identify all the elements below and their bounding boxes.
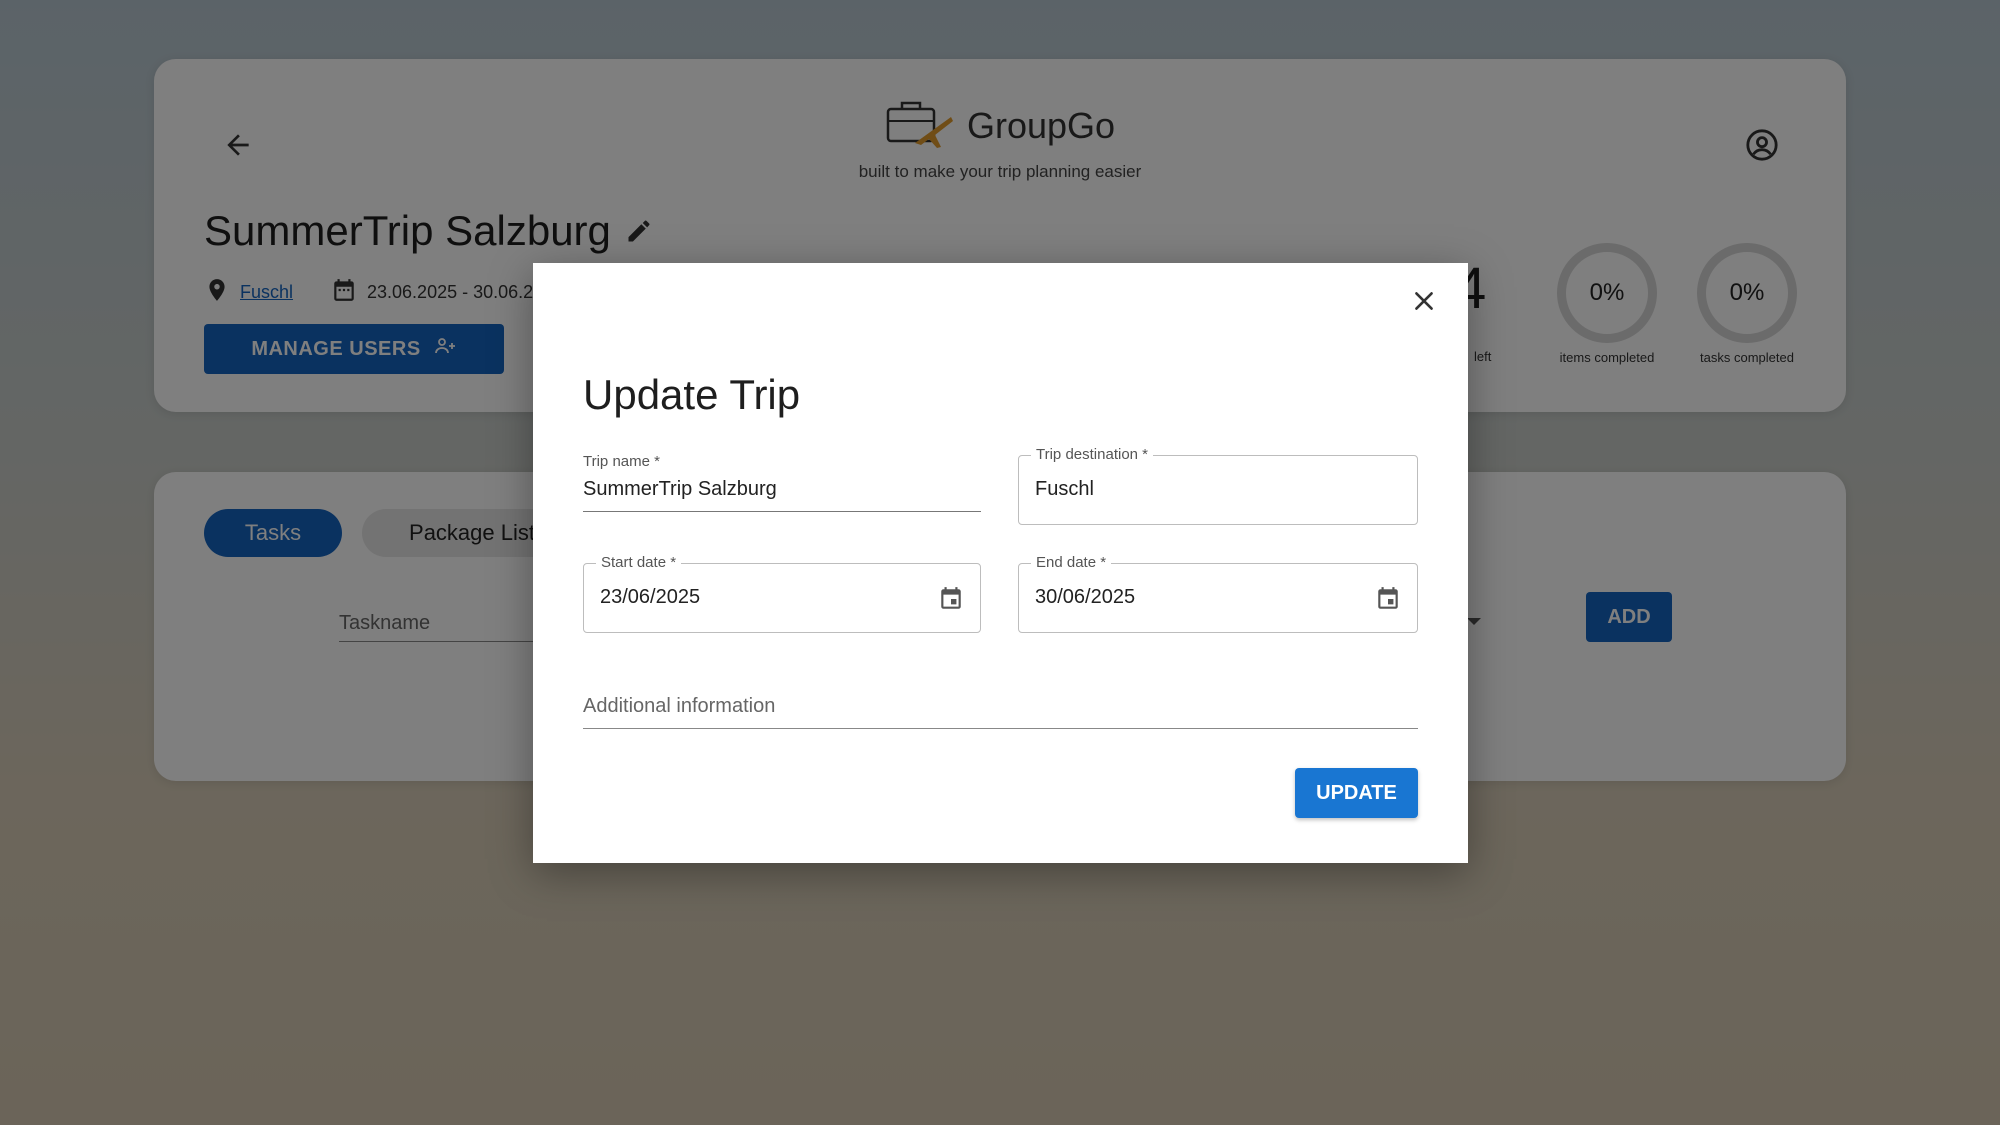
end-date-field[interactable]: End date * 30/06/2025 [1018, 554, 1418, 633]
trip-destination-field[interactable]: Trip destination * Fuschl [1018, 446, 1418, 525]
end-date-input[interactable]: 30/06/2025 [1035, 586, 1135, 609]
trip-destination-input[interactable]: Fuschl [1035, 478, 1094, 501]
start-date-field[interactable]: Start date * 23/06/2025 [583, 554, 981, 633]
trip-name-field[interactable]: Trip name * SummerTrip Salzburg [583, 453, 981, 512]
end-date-label: End date * [1031, 554, 1112, 571]
close-icon[interactable] [1404, 281, 1444, 321]
end-date-calendar-icon[interactable] [1373, 584, 1403, 614]
start-date-calendar-icon[interactable] [936, 584, 966, 614]
trip-name-input[interactable]: SummerTrip Salzburg [583, 478, 981, 512]
update-trip-dialog: Update Trip Trip name * SummerTrip Salzb… [533, 263, 1468, 863]
trip-name-label: Trip name * [583, 453, 660, 470]
update-button[interactable]: UPDATE [1295, 768, 1418, 818]
trip-destination-label: Trip destination * [1031, 446, 1154, 463]
start-date-input[interactable]: 23/06/2025 [600, 586, 700, 609]
start-date-label: Start date * [596, 554, 682, 571]
additional-info-input[interactable]: Additional information [583, 695, 1418, 729]
dialog-title: Update Trip [583, 371, 801, 418]
